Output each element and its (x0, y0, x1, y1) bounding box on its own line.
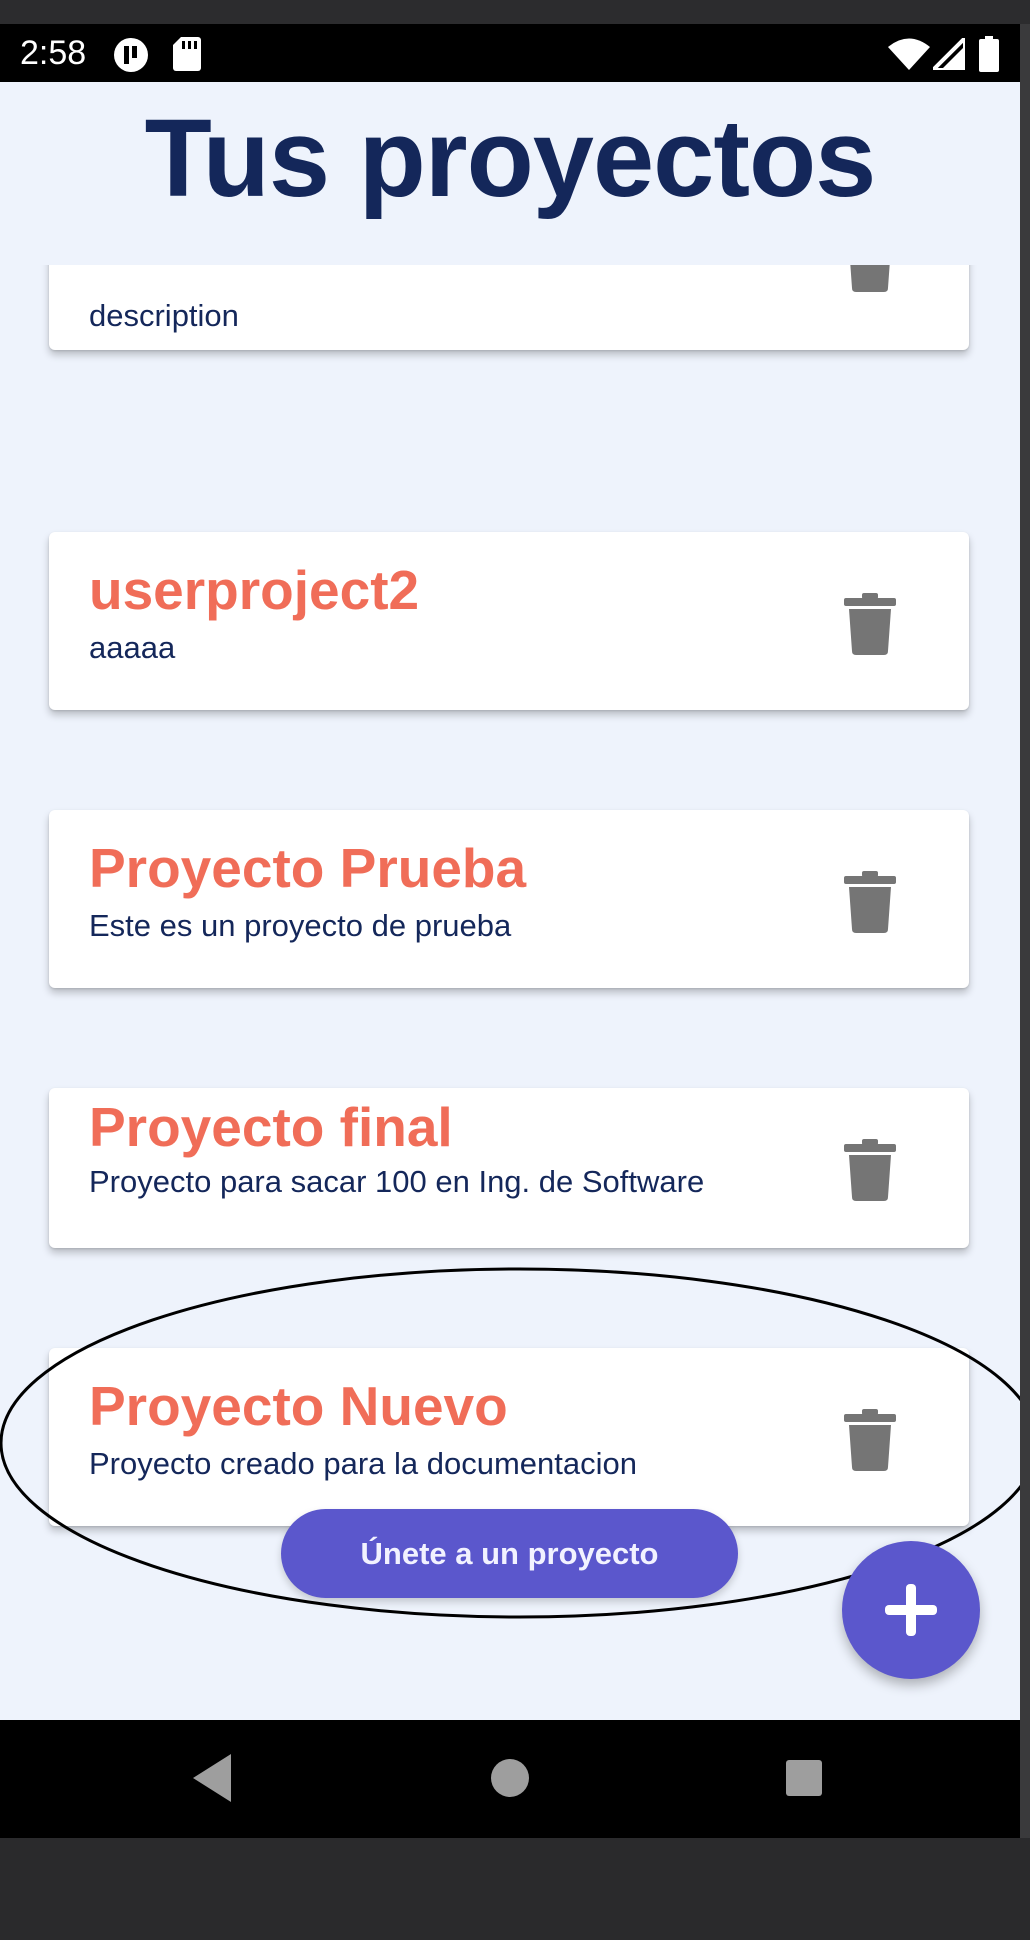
projects-screen: Tus proyectos description userproject2 a… (0, 82, 1020, 1720)
project-name: userproject2 (89, 559, 420, 621)
project-description: Este es un proyecto de prueba (89, 908, 512, 943)
project-description: aaaaa (89, 630, 176, 665)
device-frame-top (0, 0, 1030, 24)
status-bar: 2:58 (0, 24, 1020, 82)
trash-icon[interactable] (844, 1409, 896, 1471)
trash-icon[interactable] (844, 265, 896, 292)
device-frame-edge (1020, 24, 1030, 1840)
battery-icon (979, 36, 999, 76)
wifi-icon (888, 38, 930, 74)
page-title: Tus proyectos (144, 97, 877, 220)
recents-icon[interactable] (774, 1748, 834, 1808)
project-name: Proyecto final (89, 1096, 453, 1158)
join-project-button[interactable]: Únete a un proyecto (281, 1509, 738, 1598)
project-description: Proyecto creado para la documentacion (89, 1446, 637, 1481)
project-description: Proyecto para sacar 100 en Ing. de Softw… (89, 1164, 705, 1199)
project-card[interactable]: description (49, 265, 969, 350)
navigation-bar (0, 1720, 1020, 1838)
project-card[interactable]: Proyecto Nuevo Proyecto creado para la d… (49, 1348, 969, 1526)
project-card[interactable]: userproject2 aaaaa (49, 532, 969, 710)
project-name: Proyecto Nuevo (89, 1375, 508, 1437)
plus-icon (885, 1584, 937, 1636)
signal-icon (928, 33, 967, 74)
project-card[interactable]: Proyecto Prueba Este es un proyecto de p… (49, 810, 969, 988)
project-name: Proyecto Prueba (89, 837, 527, 899)
trash-icon[interactable] (844, 1139, 896, 1201)
project-description: description (89, 298, 239, 333)
back-icon[interactable] (183, 1748, 243, 1808)
project-list[interactable]: description userproject2 aaaaa Proyecto … (0, 265, 1020, 1565)
project-card[interactable]: Proyecto final Proyecto para sacar 100 e… (49, 1088, 969, 1248)
trash-icon[interactable] (844, 593, 896, 655)
device-frame-bottom (0, 1838, 1030, 1940)
trash-icon[interactable] (844, 871, 896, 933)
status-time: 2:58 (20, 34, 87, 72)
sd-card-icon (173, 37, 201, 75)
pause-badge-icon (113, 37, 149, 77)
home-icon[interactable] (480, 1748, 540, 1808)
add-project-button[interactable] (842, 1541, 980, 1679)
